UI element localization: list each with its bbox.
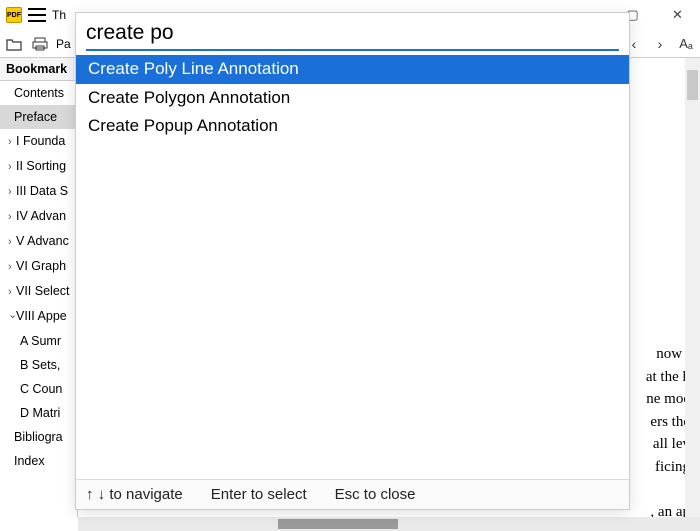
horizontal-scrollbar[interactable] [78,517,700,531]
bookmark-item[interactable]: VI Graph [0,254,77,279]
menu-button[interactable] [28,8,46,22]
bookmark-item[interactable]: III Data S [0,179,77,204]
command-palette-input[interactable] [86,19,619,51]
next-page-icon[interactable]: › [650,34,670,54]
bookmark-item[interactable]: Index [0,449,77,473]
bookmark-item[interactable]: IV Advan [0,204,77,229]
sidebar-header: Bookmark [0,58,77,81]
vertical-scrollbar[interactable] [685,58,700,517]
command-palette-footer: ↑ ↓ to navigate Enter to select Esc to c… [76,479,629,509]
horizontal-scrollbar-thumb[interactable] [278,519,398,529]
bookmark-item[interactable]: Bibliogra [0,425,77,449]
print-icon[interactable] [30,34,50,54]
command-palette: Create Poly Line AnnotationCreate Polygo… [75,12,630,510]
open-icon[interactable] [4,34,24,54]
hint-navigate: ↑ ↓ to navigate [86,486,183,503]
bookmark-item[interactable]: VII Select [0,279,77,304]
bookmark-item[interactable]: A Sumr [0,329,77,353]
bookmark-tree: ContentsPrefaceI FoundaII SortingIII Dat… [0,81,77,474]
bookmark-item[interactable]: B Sets, [0,353,77,377]
command-palette-item[interactable]: Create Popup Annotation [76,112,629,141]
bookmark-item[interactable]: C Coun [0,377,77,401]
bookmark-item[interactable]: II Sorting [0,154,77,179]
font-size-icon[interactable]: Aₐ [676,34,696,54]
bookmark-item[interactable]: Preface [0,105,77,129]
hint-select: Enter to select [211,486,307,503]
hint-close: Esc to close [335,486,416,503]
bookmarks-sidebar: Bookmark ContentsPrefaceI FoundaII Sorti… [0,58,78,517]
command-palette-results: Create Poly Line AnnotationCreate Polygo… [76,51,629,479]
command-palette-item[interactable]: Create Poly Line Annotation [76,55,629,84]
close-window-button[interactable]: ✕ [655,0,700,30]
bookmark-item[interactable]: Contents [0,81,77,105]
command-palette-item[interactable]: Create Polygon Annotation [76,84,629,113]
toolbar-label: Pa [56,37,71,51]
app-icon: PDF [6,7,22,23]
bookmark-item[interactable]: VIII Appe [0,304,77,329]
window-title: Th [52,8,66,22]
bookmark-item[interactable]: I Founda [0,129,77,154]
bookmark-item[interactable]: D Matri [0,401,77,425]
bookmark-item[interactable]: V Advanc [0,229,77,254]
vertical-scrollbar-thumb[interactable] [687,70,698,100]
